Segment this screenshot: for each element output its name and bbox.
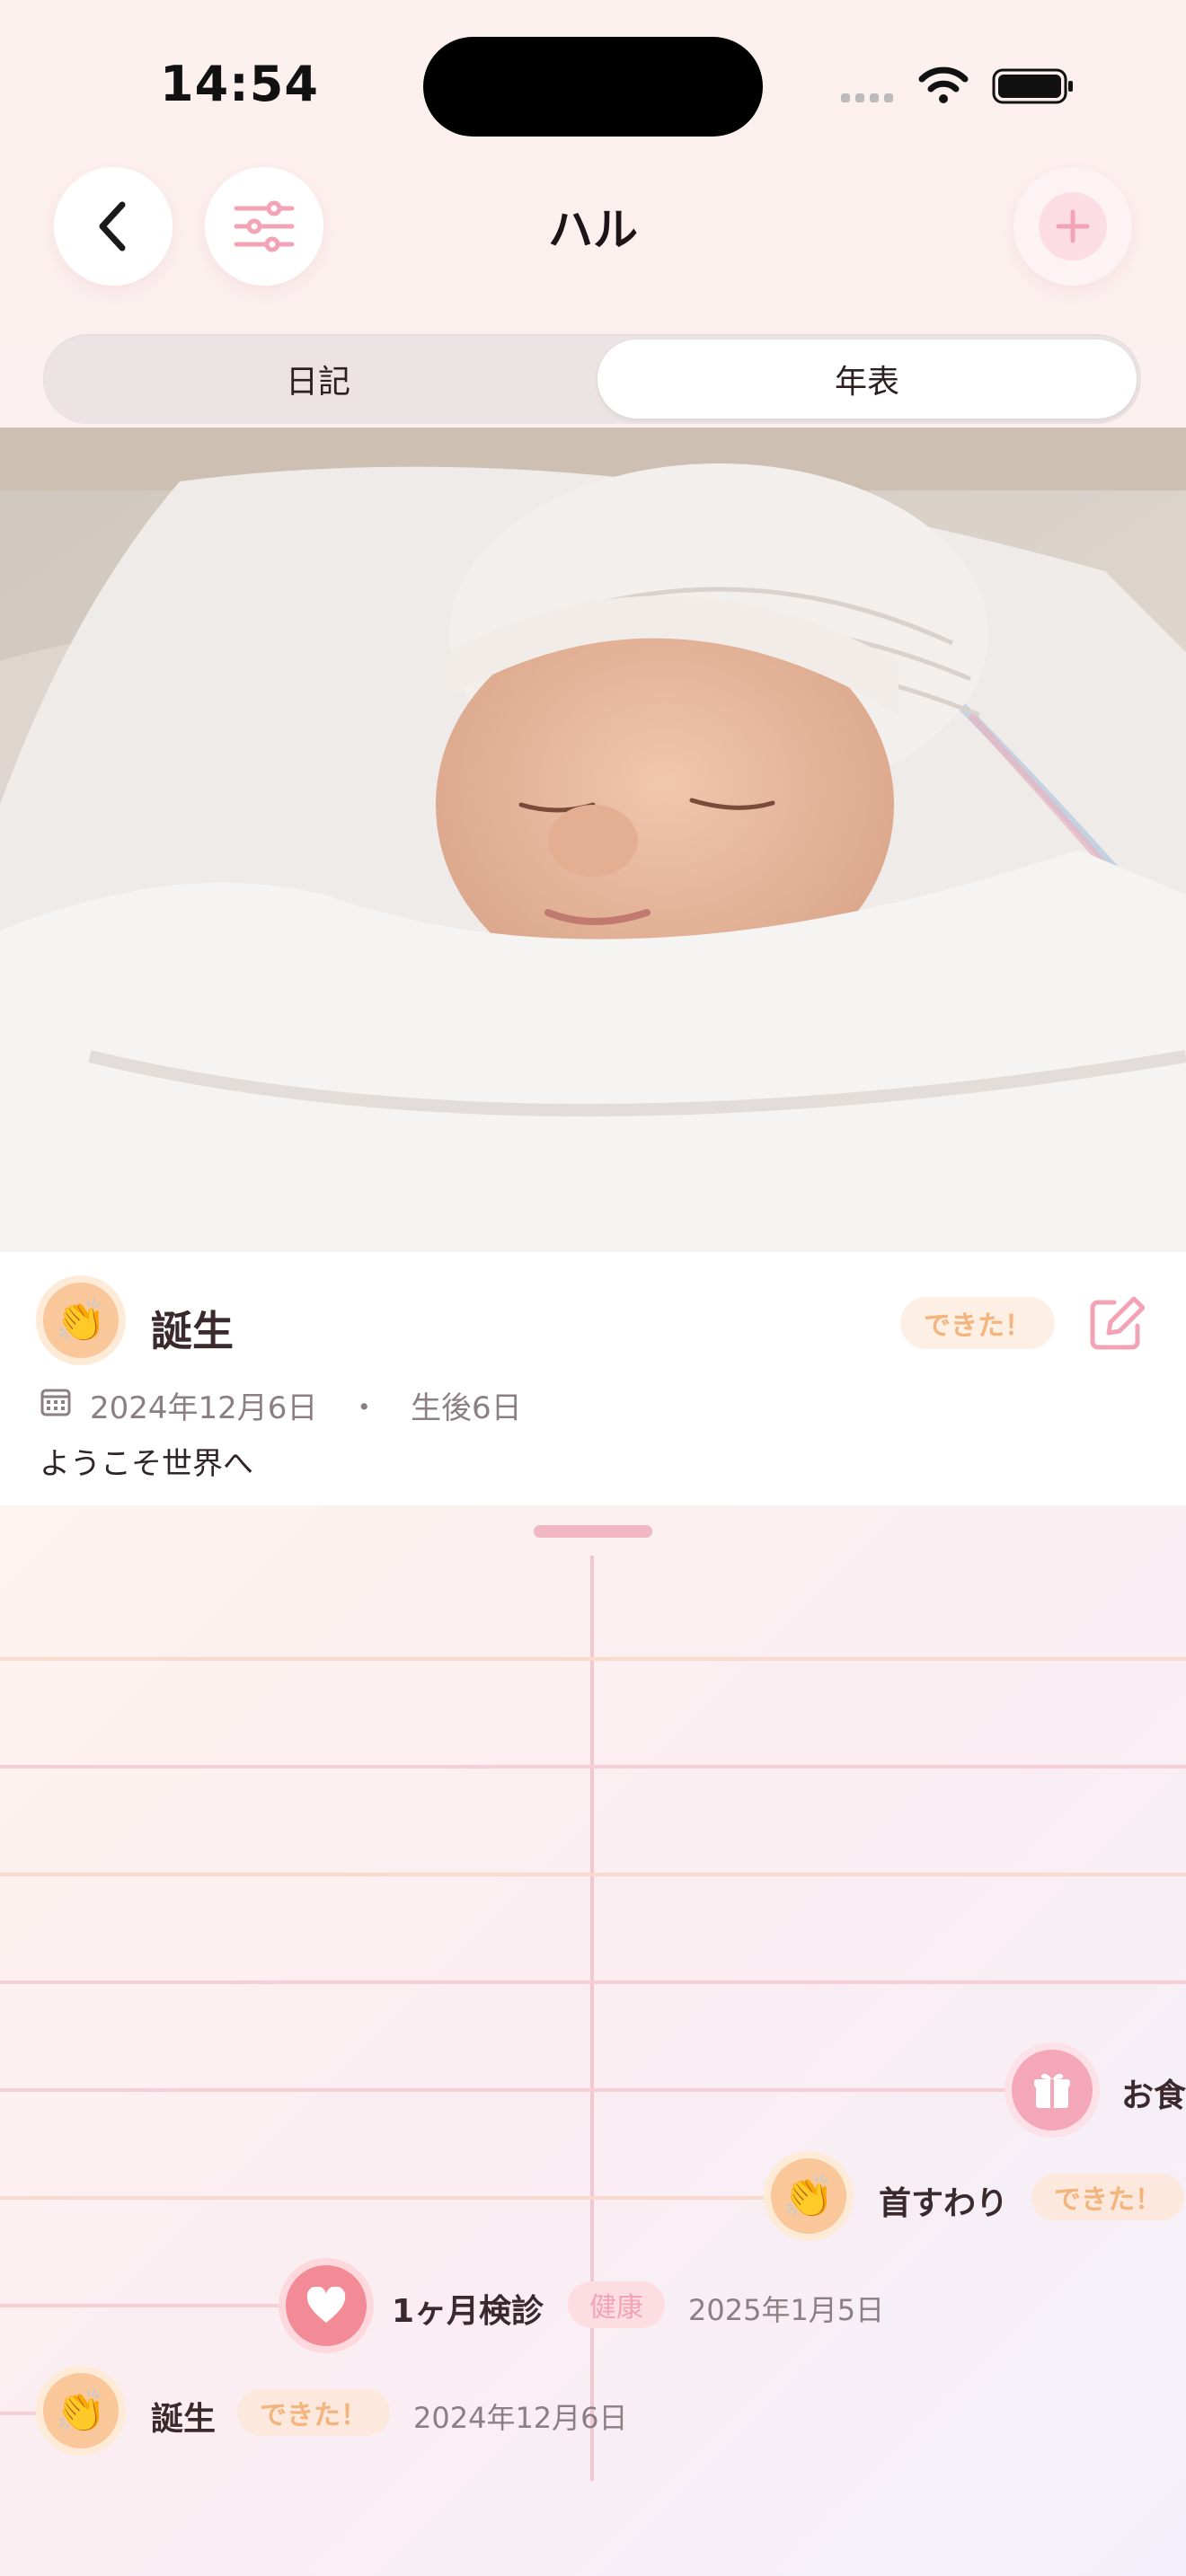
- sheet-grabber[interactable]: [534, 1525, 652, 1538]
- timeline-axis: [590, 1556, 594, 2481]
- tab-timeline[interactable]: 年表: [597, 340, 1137, 419]
- timeline-event-label: 1ヶ月検診: [392, 2293, 544, 2330]
- event-description: ようこそ世界へ: [40, 1446, 253, 1482]
- cover-photo[interactable]: [0, 428, 1186, 1252]
- edit-icon[interactable]: [1087, 1295, 1145, 1353]
- battery-icon: [992, 68, 1073, 104]
- status-badge: できた！: [237, 2389, 390, 2436]
- event-date: 2024年12月6日: [90, 1390, 318, 1426]
- baby-photo-illustration: [0, 428, 1186, 1252]
- add-circle: [1039, 192, 1107, 260]
- page-title: ハル: [548, 204, 638, 256]
- grid-line: [0, 1765, 1186, 1769]
- status-badge: できた！: [1031, 2174, 1184, 2220]
- date-separator: ・: [349, 1390, 380, 1426]
- dynamic-island: [423, 37, 763, 137]
- timeline-event-date: 2025年1月5日: [688, 2293, 885, 2327]
- gift-icon: [1034, 2073, 1070, 2108]
- tab-diary[interactable]: 日記: [43, 334, 593, 424]
- grid-line: [0, 2088, 1010, 2092]
- cellular-icon: [841, 93, 893, 102]
- event-date-line: 2024年12月6日 ・ 生後6日: [90, 1383, 522, 1427]
- category-badge: 健康: [568, 2281, 665, 2328]
- calendar-icon: [40, 1389, 71, 1416]
- timeline-event-label: 誕生: [151, 2401, 217, 2438]
- event-title: 誕生: [151, 1307, 234, 1355]
- timeline-event-label: 首すわり: [879, 2185, 1009, 2222]
- add-button[interactable]: [1013, 167, 1132, 286]
- timeline-event-label: お食: [1121, 2078, 1186, 2114]
- event-age: 生後6日: [411, 1390, 522, 1426]
- status-badge: できた！: [900, 1297, 1055, 1349]
- plus-icon: [1056, 209, 1090, 243]
- clap-icon[interactable]: 👏: [771, 2158, 846, 2234]
- timeline-event-food-marker[interactable]: [1012, 2050, 1093, 2130]
- grid-line: [0, 1657, 1186, 1661]
- grid-line: [0, 1873, 1186, 1876]
- clap-icon: 👏: [43, 1283, 119, 1358]
- heart-icon: [306, 2287, 346, 2323]
- status-time: 14:54: [160, 56, 319, 112]
- grid-line: [0, 2196, 769, 2200]
- timeline-event-date: 2024年12月6日: [413, 2401, 628, 2435]
- timeline-event-checkup-marker[interactable]: [286, 2265, 367, 2346]
- clap-icon[interactable]: 👏: [43, 2373, 119, 2448]
- grid-line: [0, 2304, 288, 2307]
- grid-line: [0, 2412, 43, 2415]
- grid-line: [0, 1981, 1186, 1984]
- wifi-icon: [918, 66, 969, 103]
